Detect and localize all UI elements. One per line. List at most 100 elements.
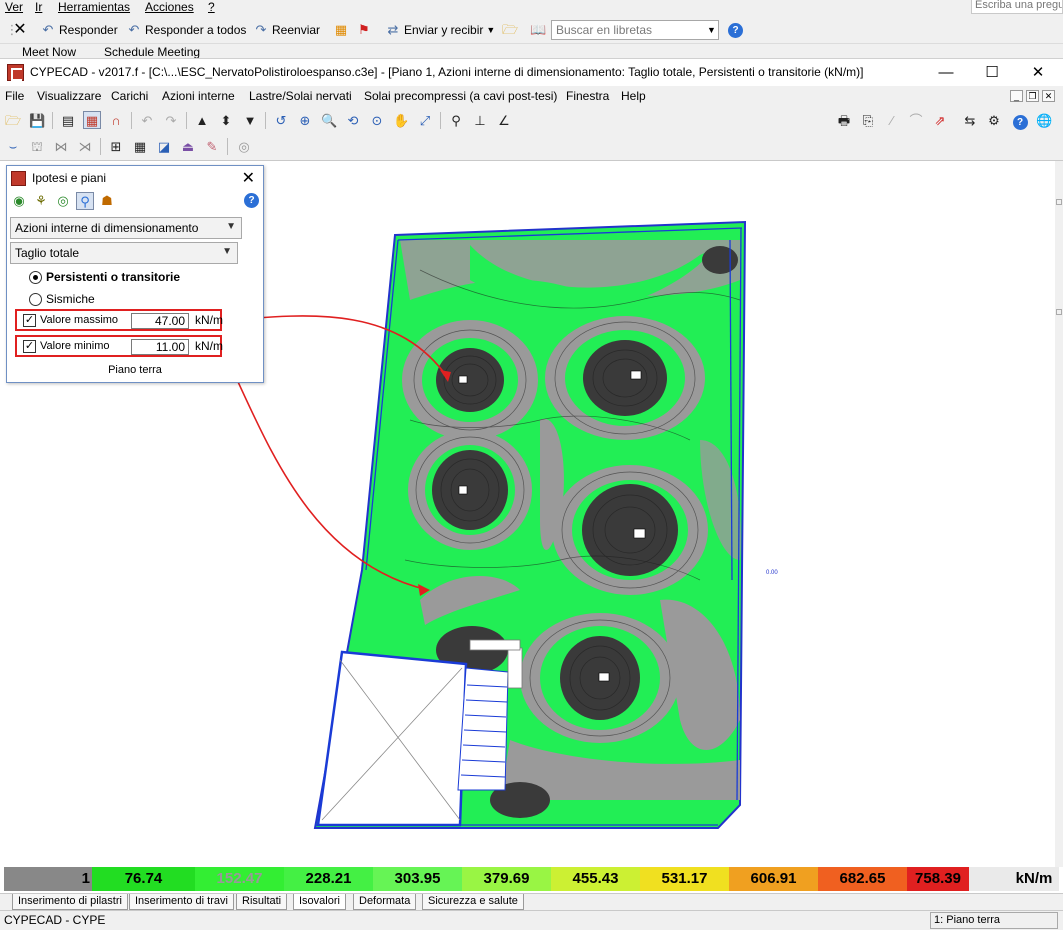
- eye-icon[interactable]: ◎: [235, 137, 253, 155]
- beam-icon[interactable]: ⋈: [52, 137, 70, 155]
- outlook-menu-herramientas[interactable]: Herramientas: [58, 0, 130, 14]
- tab-sicurezza-salute[interactable]: Sicurezza e salute: [422, 894, 524, 910]
- reply-button[interactable]: ↶ Responder: [40, 20, 118, 40]
- hypothesis-icon[interactable]: ◉: [10, 192, 28, 210]
- tab-risultati[interactable]: Risultati: [236, 894, 288, 910]
- angle-icon[interactable]: ∠: [495, 111, 513, 129]
- menu-azioni-interne[interactable]: Azioni interne: [162, 89, 235, 103]
- minimize-button[interactable]: —: [923, 61, 969, 85]
- menu-finestra[interactable]: Finestra: [566, 89, 609, 103]
- min-value-checkbox[interactable]: ✓: [23, 340, 36, 353]
- redraw-icon[interactable]: ↺: [272, 111, 290, 129]
- cross-icon[interactable]: ⋊: [76, 137, 94, 155]
- panel-titlebar[interactable]: Ipotesi e piani ✕: [7, 166, 263, 190]
- categorize-button[interactable]: ▦: [333, 20, 349, 40]
- floor-up-icon[interactable]: ▲: [193, 111, 211, 129]
- forward-button[interactable]: ↷ Reenviar: [253, 20, 320, 40]
- scroll-marker[interactable]: [1056, 199, 1062, 205]
- floor-select-icon[interactable]: ⬍: [217, 111, 235, 129]
- menu-carichi[interactable]: Carichi: [111, 89, 148, 103]
- address-book-search-input[interactable]: Buscar en libretas: [551, 20, 719, 40]
- search-dropdown-button[interactable]: ▼: [707, 20, 716, 40]
- reply-all-button[interactable]: ↶ Responder a todos: [126, 20, 247, 40]
- outlook-menu-acciones[interactable]: Acciones: [145, 0, 194, 14]
- force-type-select[interactable]: Taglio totale ▼: [10, 242, 238, 264]
- plan-view-icon[interactable]: ▤: [59, 111, 77, 129]
- tab-meet-now[interactable]: Meet Now: [22, 45, 76, 58]
- settings-icon[interactable]: ⚙: [985, 111, 1003, 129]
- internal-forces-icon[interactable]: ⚲: [76, 192, 94, 210]
- ask-question-box[interactable]: Escriba una pregunta: [971, 0, 1063, 14]
- zoom-extents-icon[interactable]: ⤢: [416, 111, 434, 129]
- result-type-select[interactable]: Azioni interne di dimensionamento ▼: [10, 217, 242, 239]
- maximize-button[interactable]: ☐: [969, 61, 1015, 85]
- building-icon[interactable]: ☗: [98, 192, 116, 210]
- mdi-close-icon[interactable]: ✕: [1042, 90, 1055, 102]
- panel-close-icon[interactable]: ✕: [242, 168, 255, 188]
- vertical-scrollbar[interactable]: [1055, 161, 1063, 867]
- export-icon[interactable]: ⎘: [859, 111, 877, 129]
- slab-icon[interactable]: ◪: [155, 137, 173, 155]
- floor-down-icon[interactable]: ▼: [241, 111, 259, 129]
- menu-file[interactable]: File: [5, 89, 24, 103]
- outlook-menu-ver[interactable]: Ver: [5, 0, 23, 14]
- menu-help[interactable]: Help: [621, 89, 646, 103]
- tab-inserimento-travi[interactable]: Inserimento di travi: [129, 894, 234, 910]
- magnet-icon[interactable]: ∩: [107, 111, 125, 129]
- menu-solai-precompressi[interactable]: Solai precompressi (a cavi post-tesi): [364, 89, 557, 103]
- min-value-input[interactable]: 11.00: [131, 339, 189, 355]
- help-button[interactable]: ?: [728, 20, 743, 40]
- save-icon[interactable]: 💾: [28, 111, 46, 129]
- delete-x-icon: ✕: [13, 21, 27, 38]
- tab-deformata[interactable]: Deformata: [353, 894, 417, 910]
- panel-icon-bar: ◉ ⚘ ◎ ⚲ ☗ ?: [7, 191, 263, 211]
- window-switch-icon[interactable]: ⇆: [961, 111, 979, 129]
- help-toolbar-button[interactable]: ?: [1011, 111, 1029, 130]
- send-receive-button[interactable]: ⇄ Enviar y recibir ▼: [385, 20, 496, 40]
- open-icon[interactable]: 🗁: [4, 111, 22, 129]
- radio-seismic[interactable]: Sismiche: [29, 292, 95, 306]
- open-folder-button[interactable]: 🗁: [502, 20, 518, 40]
- target-icon[interactable]: ◎: [54, 192, 72, 210]
- help-icon[interactable]: ?: [244, 193, 259, 208]
- address-book-button[interactable]: 📖: [530, 20, 546, 40]
- max-value-input[interactable]: 47.00: [131, 313, 189, 329]
- redo-icon[interactable]: ↷: [162, 111, 180, 129]
- line-tool-icon[interactable]: ∕: [883, 111, 901, 129]
- print-icon[interactable]: 🖶: [835, 111, 853, 129]
- binoculars-icon[interactable]: ⚲: [447, 111, 465, 129]
- scroll-marker[interactable]: [1056, 309, 1062, 315]
- pan-hand-icon[interactable]: ✋: [392, 111, 410, 129]
- measure-icon[interactable]: ⊥: [471, 111, 489, 129]
- radio-persistent[interactable]: Persistenti o transitorie: [29, 270, 180, 284]
- zoom-all-icon[interactable]: ⊙: [368, 111, 386, 129]
- zoom-previous-icon[interactable]: ⟲: [344, 111, 362, 129]
- tab-schedule-meeting[interactable]: Schedule Meeting: [104, 45, 200, 58]
- zoom-icon[interactable]: 🔍: [320, 111, 338, 129]
- grid-active-icon[interactable]: ▦: [83, 111, 101, 129]
- outlook-menu-help[interactable]: ?: [208, 0, 215, 14]
- close-button[interactable]: ✕: [1015, 61, 1061, 85]
- external-link-icon[interactable]: ⇗: [931, 111, 949, 129]
- ribbed-icon[interactable]: ⏏: [179, 137, 197, 155]
- columns-icon[interactable]: ⊞: [107, 137, 125, 155]
- pencil-icon[interactable]: ✎: [203, 137, 221, 155]
- tab-isovalori[interactable]: Isovalori: [293, 894, 346, 910]
- menu-lastre-solai[interactable]: Lastre/Solai nervati: [249, 89, 352, 103]
- grid-icon[interactable]: ▦: [131, 137, 149, 155]
- combination-icon[interactable]: ⚘: [32, 192, 50, 210]
- globe-icon[interactable]: 🌐: [1035, 111, 1053, 129]
- undo-icon[interactable]: ↶: [138, 111, 156, 129]
- mdi-restore-icon[interactable]: ❐: [1026, 90, 1039, 102]
- delete-button[interactable]: ✕: [12, 20, 28, 40]
- deformed-icon[interactable]: ⌣: [4, 137, 22, 155]
- zoom-window-icon[interactable]: ⊕: [296, 111, 314, 129]
- support-icon[interactable]: ⛫: [28, 137, 46, 155]
- mdi-minimize-icon[interactable]: _: [1010, 90, 1023, 102]
- flag-button[interactable]: ⚑: [356, 20, 372, 40]
- outlook-menu-ir[interactable]: Ir: [35, 0, 42, 14]
- max-value-checkbox[interactable]: ✓: [23, 314, 36, 327]
- menu-visualizzare[interactable]: Visualizzare: [37, 89, 101, 103]
- curve-tool-icon[interactable]: ⌒: [907, 111, 925, 129]
- tab-inserimento-pilastri[interactable]: Inserimento di pilastri: [12, 894, 128, 910]
